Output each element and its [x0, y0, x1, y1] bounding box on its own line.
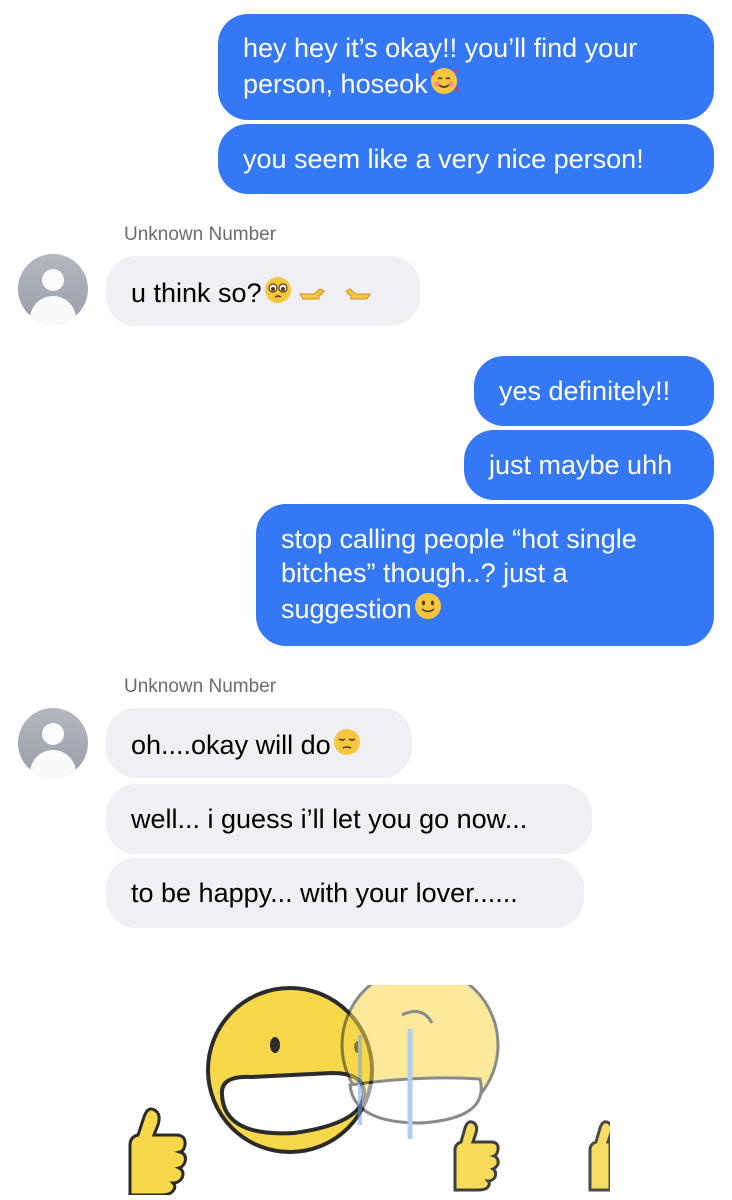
message-bubble-sent[interactable]: stop calling people “hot single bitches”…	[256, 504, 714, 646]
message-bubble-received[interactable]: u think so?	[106, 256, 420, 326]
message-bubble-sent[interactable]: yes definitely!!	[474, 356, 714, 426]
avatar-body-icon	[30, 296, 76, 324]
thumbs-up-icon	[128, 1107, 187, 1195]
message-bubble-sent[interactable]: hey hey it’s okay!! you’ll find your per…	[218, 14, 714, 120]
message-text: just maybe uhh	[489, 450, 673, 480]
message-text: you seem like a very nice person!	[243, 144, 644, 174]
slightly-smiling-face-icon	[414, 593, 441, 619]
message-text: yes definitely!!	[499, 376, 671, 406]
thumbs-up-icon	[588, 1120, 610, 1192]
sender-label: Unknown Number	[124, 224, 277, 245]
message-text: u think so?	[131, 278, 262, 308]
pensive-face-icon	[333, 729, 360, 755]
message-bubble-sent[interactable]: just maybe uhh	[464, 430, 714, 500]
message-text: to be happy... with your lover......	[131, 878, 518, 908]
crying-smiley-icon	[340, 985, 500, 1139]
avatar-body-icon	[30, 750, 76, 778]
sender-label: Unknown Number	[124, 676, 277, 697]
pleading-face-pointing-fingers-icon	[264, 277, 371, 303]
contact-avatar[interactable]	[18, 708, 88, 778]
thumbs-up-icon	[453, 1120, 500, 1192]
message-bubble-sent[interactable]: you seem like a very nice person!	[218, 124, 714, 194]
message-text: well... i guess i’ll let you go now...	[131, 804, 528, 834]
message-bubble-received[interactable]: to be happy... with your lover......	[106, 858, 584, 928]
message-text: stop calling people “hot single bitches”…	[281, 524, 637, 624]
avatar-head-icon	[42, 269, 64, 291]
avatar-head-icon	[42, 723, 64, 745]
message-bubble-received[interactable]: oh....okay will do	[106, 708, 412, 778]
crying-smiley-thumbs-up-sticker[interactable]	[110, 985, 610, 1195]
smiling-face-with-hearts-icon	[430, 68, 459, 94]
message-bubble-received[interactable]: well... i guess i’ll let you go now...	[106, 784, 592, 854]
message-text: oh....okay will do	[131, 730, 331, 760]
contact-avatar[interactable]	[18, 254, 88, 324]
